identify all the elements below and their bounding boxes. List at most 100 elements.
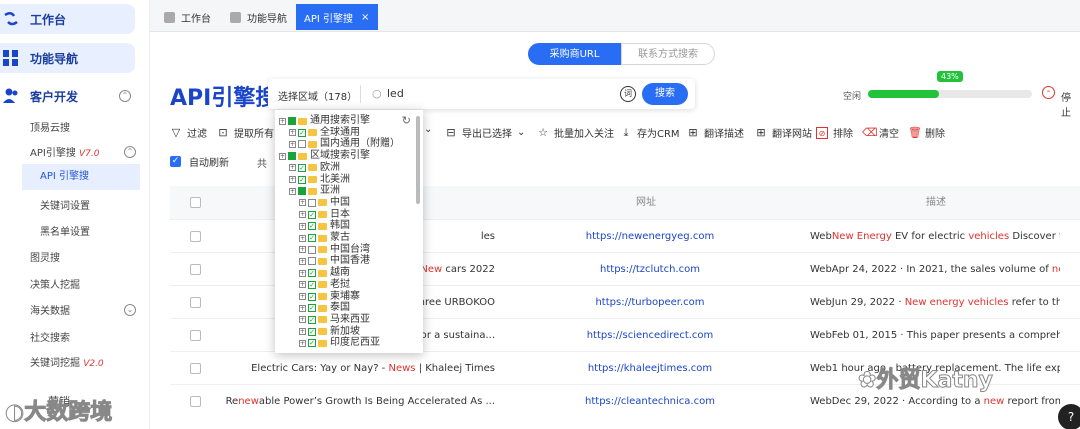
search-button[interactable]: 搜索	[642, 83, 688, 105]
tree-node[interactable]: + ✓ 马来西亚	[299, 314, 370, 326]
expand-icon[interactable]: +	[289, 129, 296, 137]
translate-site-button[interactable]: ⊞ 翻译网站	[755, 125, 812, 140]
row-title[interactable]: Renewable Power’s Growth Is Being Accele…	[210, 385, 495, 418]
auto-refresh-toggle[interactable]: ✓ 自动刷新	[170, 154, 229, 169]
help-button[interactable]: ?	[1058, 404, 1080, 429]
row-checkbox[interactable]	[190, 231, 201, 242]
checkbox-icon[interactable]: ✓	[308, 327, 316, 336]
extract-all-button[interactable]: ⊡ 提取所有	[217, 125, 274, 140]
tree-node[interactable]: + ✓ 欧洲	[289, 162, 340, 174]
checkbox-icon[interactable]	[298, 187, 306, 196]
checkbox-icon[interactable]: ✓	[308, 280, 316, 289]
tree-node[interactable]: + ✓ 老挝	[299, 279, 350, 291]
tree-node[interactable]: + ✓ 蒙古	[299, 232, 350, 244]
sidebar-item-kwmining[interactable]: 关键词挖掘 V2.0	[30, 354, 104, 369]
expand-icon[interactable]: +	[299, 257, 306, 265]
expand-icon[interactable]: +	[299, 281, 306, 289]
chevron-down-icon[interactable]: ⌄	[424, 124, 432, 135]
checkbox-icon[interactable]: ✓	[308, 304, 316, 313]
tree-node[interactable]: + ✓ 柬埔寨	[299, 291, 360, 303]
expand-icon[interactable]: +	[279, 117, 286, 125]
checkbox-icon[interactable]	[308, 245, 316, 254]
checkbox-icon[interactable]: ✓	[308, 292, 316, 301]
row-checkbox[interactable]	[190, 330, 201, 341]
row-url[interactable]: https://sciencedirect.com	[550, 319, 750, 352]
tree-node[interactable]: + ✓ 越南	[299, 267, 350, 279]
checkbox-icon[interactable]: ✓	[308, 234, 316, 242]
expand-icon[interactable]: +	[299, 339, 306, 347]
nav-funcnav[interactable]: 功能导航	[0, 43, 135, 73]
checkbox-icon[interactable]	[298, 140, 306, 149]
expand-icon[interactable]: +	[289, 176, 296, 183]
row-checkbox[interactable]	[190, 396, 201, 407]
tree-node[interactable]: + ✓ 北美洲	[289, 174, 350, 186]
expand-icon[interactable]: +	[289, 164, 296, 172]
nav-customer-dev[interactable]: 客户开发	[0, 81, 135, 111]
expand-icon[interactable]: +	[299, 293, 306, 300]
checkbox-icon[interactable]	[308, 198, 316, 207]
tab-api-search[interactable]: API 引擎搜 ×	[296, 4, 378, 30]
checkbox-icon[interactable]: ✓	[308, 339, 316, 348]
expand-icon[interactable]: +	[299, 304, 306, 312]
stop-button[interactable]: 停止	[1061, 89, 1080, 119]
expand-icon[interactable]: +	[299, 246, 306, 254]
nav-workbench[interactable]: 工作台	[0, 4, 135, 34]
tree-node[interactable]: + ✓ 泰国	[299, 302, 350, 314]
expand-icon[interactable]: +	[299, 328, 306, 336]
tree-node[interactable]: + ✓ 韩国	[299, 220, 350, 232]
tree-node[interactable]: + 中国台湾	[299, 244, 370, 256]
sidebar-item-blacklist[interactable]: 黑名单设置	[40, 223, 90, 238]
expand-icon[interactable]: +	[289, 187, 296, 195]
tree-node[interactable]: + 中国香港	[299, 255, 370, 267]
tab-funcnav[interactable]: 功能导航	[222, 4, 295, 30]
refresh-icon[interactable]: ↻	[402, 114, 411, 127]
row-title[interactable]: Electric Cars: Yay or Nay? - News | Khal…	[210, 352, 495, 385]
chevron-up-icon[interactable]: ⌃	[119, 90, 131, 102]
row-checkbox[interactable]	[190, 297, 201, 308]
row-url[interactable]: https://turbopeer.com	[550, 286, 750, 319]
scrollbar[interactable]	[416, 116, 420, 204]
sidebar-item-api-search[interactable]: API 引擎搜	[22, 164, 140, 190]
expand-icon[interactable]: +	[299, 316, 306, 324]
translate-icon[interactable]: 词	[620, 86, 636, 102]
delete-button[interactable]: 🗑 删除	[908, 125, 945, 140]
row-url[interactable]: https://khaleejtimes.com	[550, 352, 750, 385]
select-all-checkbox[interactable]	[190, 197, 201, 208]
translate-desc-button[interactable]: ⊞ 翻译描述	[687, 125, 744, 140]
checkbox-icon[interactable]	[288, 117, 296, 125]
save-crm-button[interactable]: ⤓ 存为CRM	[620, 125, 680, 140]
expand-icon[interactable]: +	[299, 211, 306, 219]
sidebar-item-dingyi[interactable]: 顶易云搜	[30, 119, 70, 134]
row-url[interactable]: https://newenergyeg.com	[550, 220, 750, 253]
sidebar-item-customs[interactable]: 海关数据	[30, 302, 70, 317]
sidebar-item-turing[interactable]: 图灵搜	[30, 249, 60, 264]
checkbox-icon[interactable]: ✓	[308, 210, 316, 219]
tree-node[interactable]: + 区域搜索引擎	[279, 150, 370, 162]
checkbox-icon[interactable]	[288, 152, 296, 161]
segment-contact-search[interactable]: 联系方式搜索	[621, 43, 715, 65]
batch-follow-button[interactable]: ☆ 批量加入关注	[537, 125, 614, 140]
exclude-button[interactable]: ⊘ 排除	[816, 125, 853, 140]
sidebar-item-keyword[interactable]: 关键词设置	[40, 197, 90, 212]
checkbox-icon[interactable]: ✓	[298, 175, 306, 184]
region-select[interactable]: 选择区域（178）	[278, 88, 357, 103]
row-url[interactable]: https://cleantechnica.com	[550, 385, 750, 418]
checkbox-icon[interactable]: ✓	[308, 269, 316, 278]
tree-node[interactable]: + 亚洲	[289, 185, 340, 197]
expand-icon[interactable]: +	[299, 269, 306, 277]
close-icon[interactable]: ×	[361, 12, 369, 23]
expand-icon[interactable]: +	[299, 222, 306, 230]
segment-buyer-url[interactable]: 采购商URL	[528, 43, 621, 65]
row-url[interactable]: https://tzclutch.com	[550, 253, 750, 286]
tree-node[interactable]: + ✓ 印度尼西亚	[299, 337, 380, 349]
expand-icon[interactable]: +	[279, 152, 286, 160]
expand-icon[interactable]: +	[299, 234, 306, 242]
tab-workbench[interactable]: 工作台	[156, 4, 219, 30]
stop-icon[interactable]: -	[1042, 86, 1055, 99]
checkbox-icon[interactable]: ✓	[298, 163, 306, 172]
checkbox-icon[interactable]	[308, 257, 316, 266]
tree-node[interactable]: + 国内通用（附赠）	[289, 138, 400, 150]
export-button[interactable]: ⊟ 导出已选择 ⌄	[445, 125, 525, 140]
clear-button[interactable]: ⌫ 清空	[862, 125, 899, 140]
chevron-up-icon[interactable]: ⌃	[124, 146, 136, 158]
